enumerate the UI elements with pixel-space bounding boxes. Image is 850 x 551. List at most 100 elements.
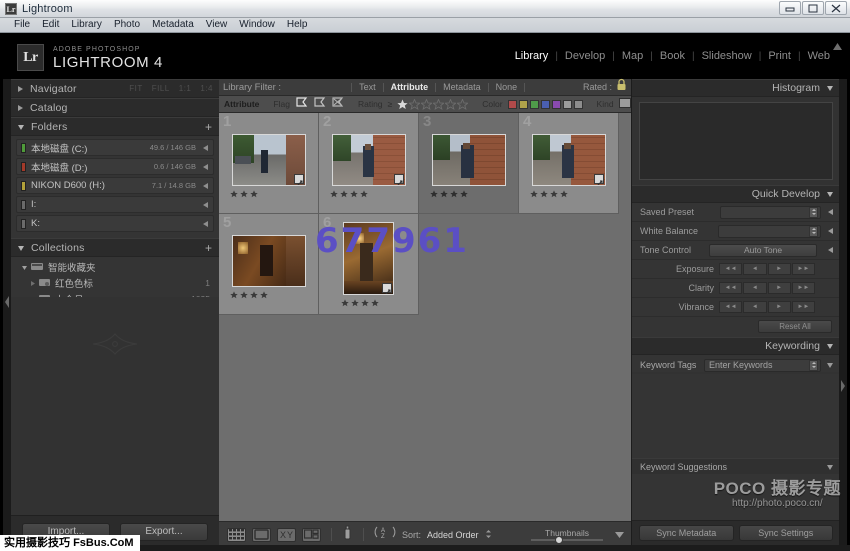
increase-icon[interactable]: ►: [768, 282, 791, 294]
slider-knob[interactable]: [555, 536, 563, 544]
compare-view-icon[interactable]: X Y: [277, 528, 296, 542]
chevron-left-icon[interactable]: [202, 177, 209, 195]
folder-row[interactable]: I:: [16, 196, 214, 213]
add-folder-icon[interactable]: +: [205, 121, 212, 133]
vibrance-row[interactable]: Vibrance ◄◄ ◄ ► ►►: [632, 298, 840, 317]
folder-row[interactable]: NIKON D600 (H:) 7.1 / 14.8 GB: [16, 177, 214, 194]
color-swatch-custom[interactable]: [574, 100, 583, 109]
color-swatch-none[interactable]: [563, 100, 572, 109]
filter-tab-text[interactable]: Text: [352, 82, 383, 92]
module-web[interactable]: Web: [801, 50, 837, 62]
grid-cell[interactable]: 5: [219, 214, 319, 315]
a-z-sort-icon[interactable]: A Z: [374, 525, 396, 544]
sort-dropdown-icon[interactable]: [485, 526, 492, 544]
maximize-icon[interactable]: [802, 1, 824, 15]
loupe-view-icon[interactable]: [252, 528, 271, 542]
collapse-right-arrow-icon[interactable]: [840, 379, 846, 393]
decrease-icon[interactable]: ◄: [743, 263, 766, 275]
panel-keywording-header[interactable]: Keywording: [632, 337, 840, 355]
folder-row[interactable]: 本地磁盘 (D:) 0.6 / 146 GB: [16, 158, 214, 175]
cell-rating-stars[interactable]: [530, 190, 568, 198]
chevron-left-icon[interactable]: [202, 158, 209, 176]
left-panel-scroll[interactable]: Navigator FIT FILL 1:1 1:4 Cata: [11, 79, 219, 297]
color-swatch-blue[interactable]: [541, 100, 550, 109]
identity-plate[interactable]: Lr ADOBE PHOTOSHOP LIGHTROOM 4: [17, 44, 163, 71]
color-swatch-green[interactable]: [530, 100, 539, 109]
clarity-stepper[interactable]: ◄◄ ◄ ► ►►: [719, 282, 815, 294]
flag-unflagged-icon[interactable]: [313, 95, 326, 113]
photo-thumbnail[interactable]: [532, 134, 606, 186]
saved-preset-row[interactable]: Saved Preset: [632, 203, 840, 222]
keyword-suggestions-header[interactable]: Keyword Suggestions: [632, 458, 840, 474]
keyword-input-area[interactable]: [632, 374, 840, 458]
right-panel-scroll[interactable]: Histogram Quick Develop Saved Preset: [632, 79, 840, 547]
flag-rejected-icon[interactable]: [331, 95, 344, 113]
cell-rating-stars[interactable]: [230, 190, 258, 198]
color-swatch-red[interactable]: [508, 100, 517, 109]
menu-file[interactable]: File: [8, 18, 36, 32]
cell-rating-stars[interactable]: [330, 190, 368, 198]
flag-picked-icon[interactable]: [295, 95, 308, 113]
cell-rating-stars[interactable]: [230, 291, 268, 299]
thumbnail-size-slider[interactable]: [531, 539, 603, 541]
color-swatch-purple[interactable]: [552, 100, 561, 109]
filter-tab-attribute[interactable]: Attribute: [384, 82, 436, 92]
collection-group[interactable]: 智能收藏夹: [16, 259, 214, 275]
left-panel-gutter[interactable]: [3, 79, 11, 547]
photo-edited-badge-icon[interactable]: [294, 174, 304, 184]
menu-view[interactable]: View: [200, 18, 234, 32]
decrease-large-icon[interactable]: ◄◄: [719, 301, 742, 313]
chevron-down-icon[interactable]: [826, 79, 834, 97]
spray-can-icon[interactable]: [342, 525, 353, 545]
keyword-tags-row[interactable]: Keyword Tags Enter Keywords: [632, 355, 840, 372]
right-panel-gutter[interactable]: [839, 79, 847, 547]
increase-large-icon[interactable]: ►►: [792, 282, 815, 294]
zoom-1-1[interactable]: 1:1: [179, 84, 192, 93]
lock-icon[interactable]: [616, 78, 627, 96]
exposure-row[interactable]: Exposure ◄◄ ◄ ► ►►: [632, 260, 840, 279]
panel-catalog-header[interactable]: Catalog: [11, 98, 219, 117]
reset-all-button[interactable]: Reset All: [758, 320, 832, 333]
chevron-down-icon[interactable]: [826, 458, 834, 476]
thumbnail-size-control[interactable]: Thumbnails: [531, 528, 603, 541]
saved-preset-select[interactable]: [720, 206, 821, 219]
menu-edit[interactable]: Edit: [36, 18, 65, 32]
white-balance-select[interactable]: [718, 225, 821, 238]
photo-edited-badge-icon[interactable]: [394, 174, 404, 184]
color-swatch-yellow[interactable]: [519, 100, 528, 109]
panel-collections-header[interactable]: Collections +: [11, 238, 219, 257]
folder-row[interactable]: 本地磁盘 (C:) 49.6 / 146 GB: [16, 139, 214, 156]
module-print[interactable]: Print: [761, 50, 798, 62]
panel-folders-header[interactable]: Folders +: [11, 117, 219, 136]
white-balance-row[interactable]: White Balance: [632, 222, 840, 241]
exposure-stepper[interactable]: ◄◄ ◄ ► ►►: [719, 263, 815, 275]
chevron-down-icon[interactable]: [826, 185, 834, 203]
thumbnail-grid[interactable]: 1: [219, 113, 631, 521]
menu-library[interactable]: Library: [65, 18, 108, 32]
photo-thumbnail[interactable]: [332, 134, 406, 186]
sync-settings-button[interactable]: Sync Settings: [739, 525, 834, 541]
collapse-left-arrow-icon[interactable]: [4, 295, 10, 309]
photo-thumbnail[interactable]: [232, 134, 306, 186]
chevron-left-icon[interactable]: [202, 139, 209, 157]
vibrance-stepper[interactable]: ◄◄ ◄ ► ►►: [719, 301, 815, 313]
grid-cell[interactable]: 4: [519, 113, 619, 214]
module-develop[interactable]: Develop: [558, 50, 612, 62]
zoom-fit[interactable]: FIT: [129, 84, 143, 93]
clarity-row[interactable]: Clarity ◄◄ ◄ ► ►►: [632, 279, 840, 298]
menu-help[interactable]: Help: [281, 18, 314, 32]
chevron-left-icon[interactable]: [202, 215, 209, 233]
increase-icon[interactable]: ►: [768, 301, 791, 313]
panel-quick-develop-header[interactable]: Quick Develop: [632, 185, 840, 203]
cell-rating-stars[interactable]: [341, 299, 379, 307]
chevron-left-icon[interactable]: [827, 203, 834, 221]
decrease-icon[interactable]: ◄: [743, 301, 766, 313]
cell-rating-stars[interactable]: [430, 190, 468, 198]
chevron-down-icon[interactable]: [614, 526, 625, 544]
photo-thumbnail[interactable]: [232, 235, 306, 287]
photo-thumbnail[interactable]: [432, 134, 506, 186]
spinner-icon[interactable]: [809, 226, 818, 237]
panel-navigator-header[interactable]: Navigator FIT FILL 1:1 1:4: [11, 79, 219, 98]
filter-tab-none[interactable]: None: [489, 82, 525, 92]
zoom-1-4[interactable]: 1:4: [200, 84, 213, 93]
